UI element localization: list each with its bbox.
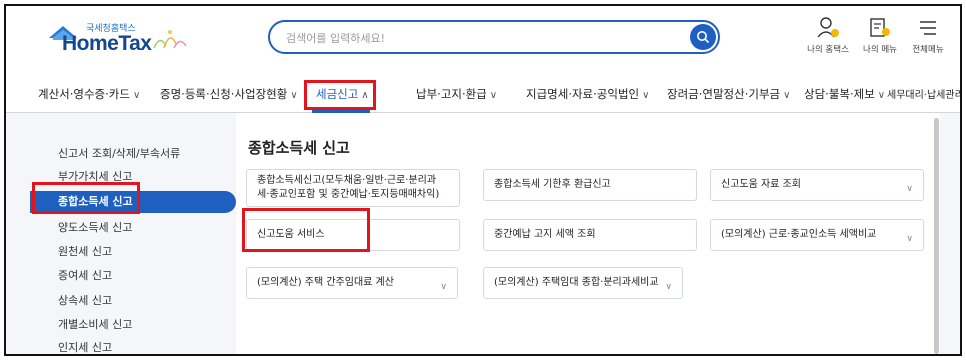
card-label: 종합소득세신고(모두채움·일반·근로·분리과세·종교인포함 및 중간예납·토지등… [257, 174, 439, 202]
search-bar[interactable] [268, 20, 720, 54]
card-label-line1: 종합소득세신고(모두채움·일반·근로·분리과 [257, 175, 437, 186]
highlight-box-income-tax [32, 182, 140, 214]
gnb-item-statements[interactable]: 지급명세·자료·공익법인 ∨ [526, 86, 649, 102]
chevron-down-icon: ∨ [783, 90, 791, 101]
lnb-item-inheritance-tax[interactable]: 상속세 신고 [30, 290, 236, 312]
card-label: 종합소득세 기한후 환급신고 [494, 179, 611, 190]
card-label: (모의계산) 근로·종교인소득 세액비교 [721, 229, 877, 240]
card-help-data-inquiry[interactable]: 신고도움 자료 조회 ∨ [710, 169, 924, 201]
card-sim-rental-compare[interactable]: (모의계산) 주택임대 종합·분리과세비교 ∨ [483, 267, 683, 299]
full-menu-button[interactable]: 전체메뉴 [902, 16, 954, 60]
browser-frame: 국세청홈택스 HomeTax 검색어를 입력하세요! 나의 홈택스 나의 메뉴 … [4, 4, 962, 356]
lnb-item-report-inquiry[interactable]: 신고서 조회/삭제/부속서류 [30, 143, 236, 165]
gnb-item-incentive[interactable]: 장려금·연말정산·기부금 ∨ [667, 86, 790, 102]
logo-text: HomeTax [62, 32, 152, 55]
section-title: 종합소득세 신고 [248, 139, 350, 157]
my-menu-label: 나의 메뉴 [863, 45, 897, 55]
my-menu-icon [870, 18, 890, 37]
chevron-down-icon: ∨ [665, 282, 672, 292]
chevron-down-icon: ∨ [290, 90, 298, 101]
card-interim-tax-inquiry[interactable]: 중간예납 고지 세액 조회 [483, 219, 697, 251]
header: 국세청홈택스 HomeTax 검색어를 입력하세요! 나의 홈택스 나의 메뉴 … [6, 6, 960, 68]
search-input[interactable] [286, 29, 676, 47]
chevron-down-icon: ∨ [906, 234, 913, 244]
lnb-item-excise-tax[interactable]: 개별소비세 신고 [30, 314, 236, 336]
full-menu-label: 전체메뉴 [912, 45, 944, 55]
gnb-item-payment[interactable]: 납부·고지·환급 ∨ [416, 86, 497, 102]
gnb-label: 지급명세·자료·공익법인 [526, 87, 640, 101]
sub-navigation: 신고서 조회/삭제/부속서류 부가가치세 신고 종합소득세 신고 양도소득세 신… [30, 113, 236, 354]
gnb-label: 납부·고지·환급 [416, 87, 487, 101]
scrollbar[interactable] [934, 118, 939, 354]
gnb-item-certificate[interactable]: 증명·등록·신청·사업장현황 ∨ [160, 86, 298, 102]
my-hometax-label: 나의 홈택스 [807, 45, 849, 55]
my-hometax-button[interactable]: 나의 홈택스 [802, 16, 854, 60]
chevron-down-icon: ∨ [877, 90, 886, 101]
my-menu-button[interactable]: 나의 메뉴 [854, 16, 906, 60]
gnb-item-agent[interactable]: 세무대리·납세관리 [887, 86, 962, 101]
gnb-label: 장려금·연말정산·기부금 [667, 87, 781, 101]
gnb-label: 세무대리·납세관리 [887, 90, 962, 101]
gnb-item-consulting[interactable]: 상담·불복·제보 ∨ [804, 86, 885, 102]
lnb-item-stamp-tax[interactable]: 인지세 신고 [30, 337, 236, 354]
chevron-down-icon: ∨ [132, 90, 141, 101]
card-label: 신고도움 자료 조회 [721, 179, 801, 190]
search-icon [697, 31, 710, 44]
chevron-down-icon: ∨ [642, 90, 650, 101]
card-sim-deemed-rent[interactable]: (모의계산) 주택 간주임대료 계산 ∨ [246, 267, 458, 299]
card-sim-earned-income[interactable]: (모의계산) 근로·종교인소득 세액비교 ∨ [710, 219, 924, 251]
gnb-label: 상담·불복·제보 [804, 87, 875, 101]
chevron-down-icon: ∨ [440, 282, 447, 292]
gnb-item-invoice[interactable]: 계산서·영수증·카드 ∨ [38, 86, 140, 102]
card-label: (모의계산) 주택 간주임대료 계산 [257, 277, 394, 288]
gnb-label: 계산서·영수증·카드 [38, 87, 130, 101]
card-label: (모의계산) 주택임대 종합·분리과세비교 [494, 277, 659, 288]
highlight-box-help-service [242, 208, 370, 252]
lnb-item-gift-tax[interactable]: 증여세 신고 [30, 265, 236, 287]
hamburger-icon [920, 21, 936, 35]
card-label-line2: 세·종교인포함 및 중간예납·토지등매매차익) [257, 189, 440, 200]
lnb-item-transfer-tax[interactable]: 양도소득세 신고 [30, 217, 236, 239]
card-income-tax-report[interactable]: 종합소득세신고(모두채움·일반·근로·분리과세·종교인포함 및 중간예납·토지등… [246, 169, 460, 207]
search-button[interactable] [690, 24, 716, 50]
gnb-label: 증명·등록·신청·사업장현황 [160, 87, 288, 101]
chevron-down-icon: ∨ [906, 184, 913, 194]
chevron-down-icon: ∨ [489, 90, 498, 101]
global-navigation: 계산서·영수증·카드 ∨ 증명·등록·신청·사업장현황 ∨ 세금신고 ∧ 납부·고지·… [6, 78, 960, 112]
hometax-logo[interactable]: 국세청홈택스 HomeTax [48, 20, 198, 56]
card-label: 중간예납 고지 세액 조회 [494, 229, 596, 240]
highlight-box-tax-report [304, 80, 376, 110]
dropdown-panel: 신고서 조회/삭제/부속서류 부가가치세 신고 종합소득세 신고 양도소득세 신… [6, 113, 960, 354]
lnb-item-withholding[interactable]: 원천세 신고 [30, 241, 236, 263]
card-late-refund[interactable]: 종합소득세 기한후 환급신고 [483, 169, 697, 201]
logo-decoration-icon [153, 30, 187, 49]
person-icon [817, 17, 839, 38]
